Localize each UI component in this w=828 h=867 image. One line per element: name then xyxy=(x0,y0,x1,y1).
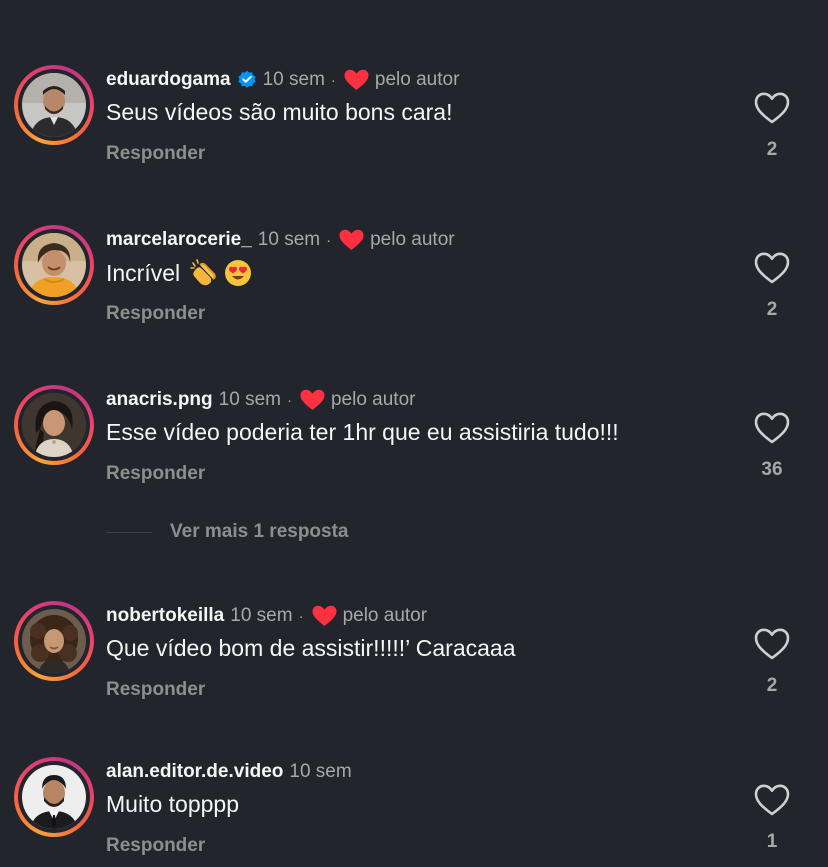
avatar[interactable] xyxy=(14,757,94,837)
avatar[interactable] xyxy=(14,65,94,145)
timestamp: 10 sem xyxy=(289,761,352,782)
like-count: 1 xyxy=(766,831,778,852)
comment-text-content: Que vídeo bom de assistir!!!!!’ Caracaaa xyxy=(106,635,516,661)
liked-by-author-label: pelo autor xyxy=(330,389,416,410)
like-heart-icon[interactable] xyxy=(754,411,790,445)
reply-button[interactable]: Responder xyxy=(106,463,205,485)
avatar[interactable] xyxy=(14,601,94,681)
author-heart-icon xyxy=(344,69,369,91)
liked-by-author-label: pelo autor xyxy=(374,69,460,90)
avatar[interactable] xyxy=(14,225,94,305)
username[interactable]: alan.editor.de.video xyxy=(106,761,283,783)
reply-thread-line xyxy=(106,531,152,533)
liked-by-author-label: pelo autor xyxy=(342,605,428,626)
comment-text-content: Muito topppp xyxy=(106,791,239,817)
separator-dot: · xyxy=(330,71,336,89)
heart-eyes-emoji xyxy=(224,259,252,287)
comment-text: Incrível xyxy=(106,259,252,287)
like-heart-icon[interactable] xyxy=(754,783,790,817)
like-heart-icon[interactable] xyxy=(754,627,790,661)
username[interactable]: marcelarocerie_ xyxy=(106,229,252,251)
author-heart-icon xyxy=(312,605,337,627)
author-heart-icon xyxy=(300,389,325,411)
comment-item: anacris.png 10 sem · pelo autor Esse víd… xyxy=(0,385,828,495)
comment-text-content: Incrível xyxy=(106,259,181,286)
separator-dot: · xyxy=(286,391,292,409)
username[interactable]: nobertokeilla xyxy=(106,605,224,627)
reply-button[interactable]: Responder xyxy=(106,835,205,857)
comment-item: marcelarocerie_ 10 sem · pelo autor Incr… xyxy=(0,225,828,335)
comment-text: Muito topppp xyxy=(106,791,239,818)
timestamp: 10 sem xyxy=(257,229,321,250)
comment-text-content: Seus vídeos são muito bons cara! xyxy=(106,99,453,125)
comment-item: alan.editor.de.video 10 sem Muito topppp… xyxy=(0,757,828,867)
timestamp: 10 sem xyxy=(262,69,325,90)
like-heart-icon[interactable] xyxy=(754,91,790,125)
liked-by-author-label: pelo autor xyxy=(370,229,455,250)
like-heart-icon[interactable] xyxy=(754,251,790,285)
separator-dot: · xyxy=(298,607,304,625)
view-more-replies-label: Ver mais 1 resposta xyxy=(170,521,349,542)
comment-text: Que vídeo bom de assistir!!!!!’ Caracaaa xyxy=(106,635,516,662)
reply-button[interactable]: Responder xyxy=(106,679,205,701)
reply-button[interactable]: Responder xyxy=(106,303,205,325)
like-count: 2 xyxy=(766,139,778,160)
verified-badge-icon xyxy=(237,70,257,90)
like-count: 36 xyxy=(761,459,783,480)
like-count: 2 xyxy=(766,675,778,696)
username[interactable]: anacris.png xyxy=(106,389,213,411)
avatar[interactable] xyxy=(14,385,94,465)
username[interactable]: eduardogama xyxy=(106,69,231,91)
comment-text: Esse vídeo poderia ter 1hr que eu assist… xyxy=(106,419,619,446)
like-count: 2 xyxy=(766,299,778,320)
comment-item: nobertokeilla 10 sem · pelo autor Que ví… xyxy=(0,601,828,711)
comment-item: eduardogama 10 sem · pelo autor Seus víd… xyxy=(0,65,828,175)
reply-button[interactable]: Responder xyxy=(106,143,205,165)
timestamp: 10 sem xyxy=(230,605,293,626)
author-heart-icon xyxy=(339,229,364,251)
comment-text: Seus vídeos são muito bons cara! xyxy=(106,99,452,126)
separator-dot: · xyxy=(326,231,332,249)
view-more-replies-button[interactable]: Ver mais 1 resposta xyxy=(106,520,349,544)
clapping-hands-emoji xyxy=(190,259,218,287)
comment-text-content: Esse vídeo poderia ter 1hr que eu assist… xyxy=(106,419,619,445)
timestamp: 10 sem xyxy=(218,389,281,410)
